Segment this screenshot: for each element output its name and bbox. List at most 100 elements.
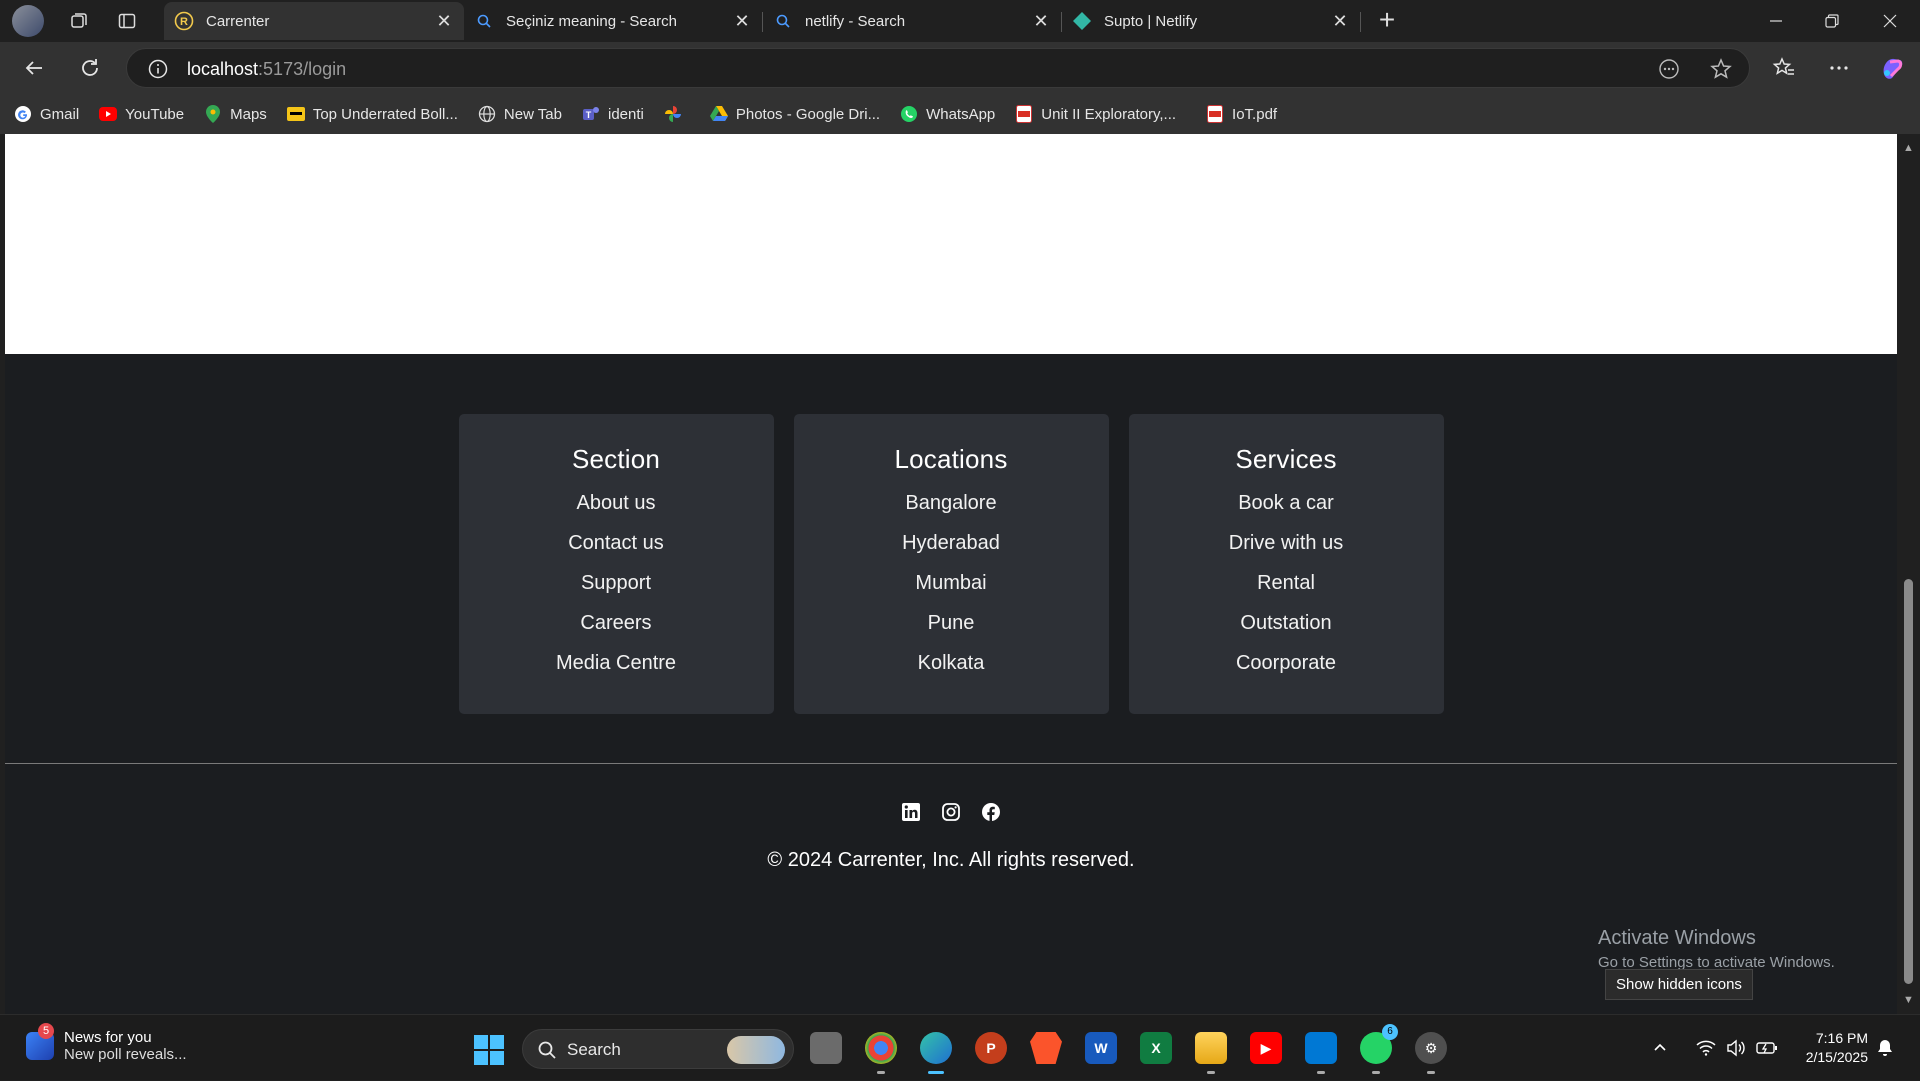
taskbar-search[interactable]: Search [522, 1029, 794, 1069]
footer-link-contact-us[interactable]: Contact us [459, 523, 774, 563]
footer-link-outstation[interactable]: Outstation [1129, 603, 1444, 643]
bookmark-unit-ii-pdf[interactable]: Unit II Exploratory,... [1015, 105, 1176, 123]
vscode-icon[interactable] [1305, 1032, 1337, 1074]
footer-column-section: Section About us Contact us Support Care… [458, 414, 774, 714]
footer-link-hyderabad[interactable]: Hyderabad [794, 523, 1109, 563]
linkedin-icon[interactable] [901, 802, 921, 822]
battery-icon[interactable] [1756, 1015, 1778, 1081]
search-highlight-image [727, 1036, 785, 1064]
back-icon[interactable] [18, 52, 50, 84]
favorite-star-icon[interactable] [1709, 57, 1733, 86]
page-scrollbar[interactable]: ▲ ▼ [1897, 134, 1920, 1014]
close-window-icon[interactable] [1862, 0, 1918, 42]
file-explorer-icon[interactable] [1195, 1032, 1227, 1074]
facebook-icon[interactable] [981, 802, 1001, 822]
footer-link-media-centre[interactable]: Media Centre [459, 643, 774, 683]
notification-bell-icon[interactable] [1876, 1015, 1894, 1081]
vertical-tabs-icon[interactable] [114, 8, 140, 34]
footer-link-coorporate[interactable]: Coorporate [1129, 643, 1444, 683]
scroll-down-icon[interactable]: ▼ [1903, 994, 1914, 1006]
volume-icon[interactable] [1726, 1015, 1746, 1081]
whatsapp-badge: 6 [1382, 1024, 1398, 1040]
favorites-icon[interactable] [1768, 52, 1800, 84]
page-content-area [5, 134, 1897, 354]
settings-more-icon[interactable] [1823, 52, 1855, 84]
footer-link-rental[interactable]: Rental [1129, 563, 1444, 603]
footer-link-kolkata[interactable]: Kolkata [794, 643, 1109, 683]
footer-link-about-us[interactable]: About us [459, 483, 774, 523]
refresh-icon[interactable] [74, 52, 106, 84]
news-widget[interactable]: 5 News for you New poll reveals... [26, 1023, 187, 1063]
new-tab-icon[interactable]: + [1372, 6, 1402, 36]
social-links [5, 802, 1897, 822]
minimize-icon[interactable] [1748, 0, 1804, 42]
footer-link-bangalore[interactable]: Bangalore [794, 483, 1109, 523]
bookmark-gmail[interactable]: Gmail [14, 105, 79, 123]
tab-netlify-search[interactable]: netlify - Search ✕ [763, 2, 1061, 40]
globe-icon [478, 105, 496, 123]
footer-link-book-a-car[interactable]: Book a car [1129, 483, 1444, 523]
bookmark-google-photos[interactable] [664, 105, 690, 123]
maps-icon [204, 105, 222, 123]
bookmark-photos-drive[interactable]: Photos - Google Dri... [709, 105, 880, 123]
system-clock[interactable]: 7:16 PM 2/15/2025 [1806, 1029, 1868, 1067]
drive-icon [709, 105, 728, 123]
bookmark-maps[interactable]: Maps [204, 105, 267, 123]
scrollbar-thumb[interactable] [1904, 579, 1913, 984]
excel-icon[interactable]: X [1140, 1032, 1172, 1064]
scroll-up-icon[interactable]: ▲ [1903, 142, 1914, 154]
windows-taskbar: 5 News for you New poll reveals... Searc… [0, 1014, 1920, 1080]
wifi-icon[interactable] [1696, 1015, 1716, 1081]
footer-link-support[interactable]: Support [459, 563, 774, 603]
teams-icon: T [582, 105, 600, 123]
close-tab-icon[interactable]: ✕ [732, 11, 752, 32]
footer-link-drive-with-us[interactable]: Drive with us [1129, 523, 1444, 563]
close-tab-icon[interactable]: ✕ [1330, 11, 1350, 32]
chrome-icon[interactable] [865, 1032, 897, 1074]
search-label: Search [567, 1040, 621, 1059]
close-tab-icon[interactable]: ✕ [1031, 11, 1051, 32]
more-dots-circle-icon[interactable] [1657, 57, 1681, 86]
watermark-title: Activate Windows [1598, 927, 1756, 949]
tab-carrenter[interactable]: R Carrenter ✕ [164, 2, 464, 40]
show-hidden-icons-chevron[interactable] [1652, 1015, 1668, 1081]
bookmark-new-tab[interactable]: New Tab [478, 105, 562, 123]
bookmarks-bar: Gmail YouTube Maps Top Underrated Boll..… [0, 94, 1920, 134]
pinwheel-icon [664, 105, 682, 123]
footer-link-pune[interactable]: Pune [794, 603, 1109, 643]
task-view-icon[interactable] [810, 1032, 842, 1064]
copilot-icon[interactable] [1876, 52, 1908, 84]
site-info-icon[interactable] [147, 58, 169, 85]
edge-icon[interactable] [920, 1032, 952, 1074]
address-toolbar: localhost:5173/login [0, 42, 1920, 94]
bookmark-youtube[interactable]: YouTube [99, 105, 184, 123]
youtube-icon [99, 105, 118, 123]
bookmark-whatsapp[interactable]: WhatsApp [900, 105, 995, 123]
word-icon[interactable]: W [1085, 1032, 1117, 1064]
youtube-app-icon[interactable]: ▶ [1250, 1032, 1282, 1064]
bookmark-label: Gmail [40, 105, 80, 123]
close-tab-icon[interactable]: ✕ [434, 11, 454, 32]
tab-seciniz-search[interactable]: Seçiniz meaning - Search ✕ [464, 2, 762, 40]
footer-link-careers[interactable]: Careers [459, 603, 774, 643]
bookmark-label: YouTube [125, 105, 185, 123]
brave-icon[interactable] [1030, 1032, 1062, 1064]
instagram-icon[interactable] [941, 802, 961, 822]
bookmark-label: identi [607, 105, 644, 123]
bookmark-imdb[interactable]: Top Underrated Boll... [286, 105, 458, 123]
address-bar[interactable]: localhost:5173/login [126, 48, 1750, 88]
settings-gear-icon[interactable]: ⚙ [1415, 1032, 1447, 1074]
tab-supto-netlify[interactable]: Supto | Netlify ✕ [1062, 2, 1360, 40]
bookmark-iot-pdf[interactable]: IoT.pdf [1206, 105, 1277, 123]
column-heading: Locations [894, 444, 1008, 474]
activate-windows-watermark: Activate Windows Go to Settings to activ… [1598, 927, 1835, 971]
bookmark-identi[interactable]: T identi [582, 105, 644, 123]
profile-avatar[interactable] [12, 5, 44, 37]
url-path: :5173/login [258, 59, 347, 79]
windows-start-icon[interactable] [474, 1035, 504, 1065]
powerpoint-icon[interactable]: P [975, 1032, 1007, 1064]
whatsapp-app-icon[interactable]: 6 [1360, 1024, 1398, 1074]
footer-link-mumbai[interactable]: Mumbai [794, 563, 1109, 603]
restore-icon[interactable] [1804, 0, 1860, 42]
workspaces-icon[interactable] [66, 8, 92, 34]
